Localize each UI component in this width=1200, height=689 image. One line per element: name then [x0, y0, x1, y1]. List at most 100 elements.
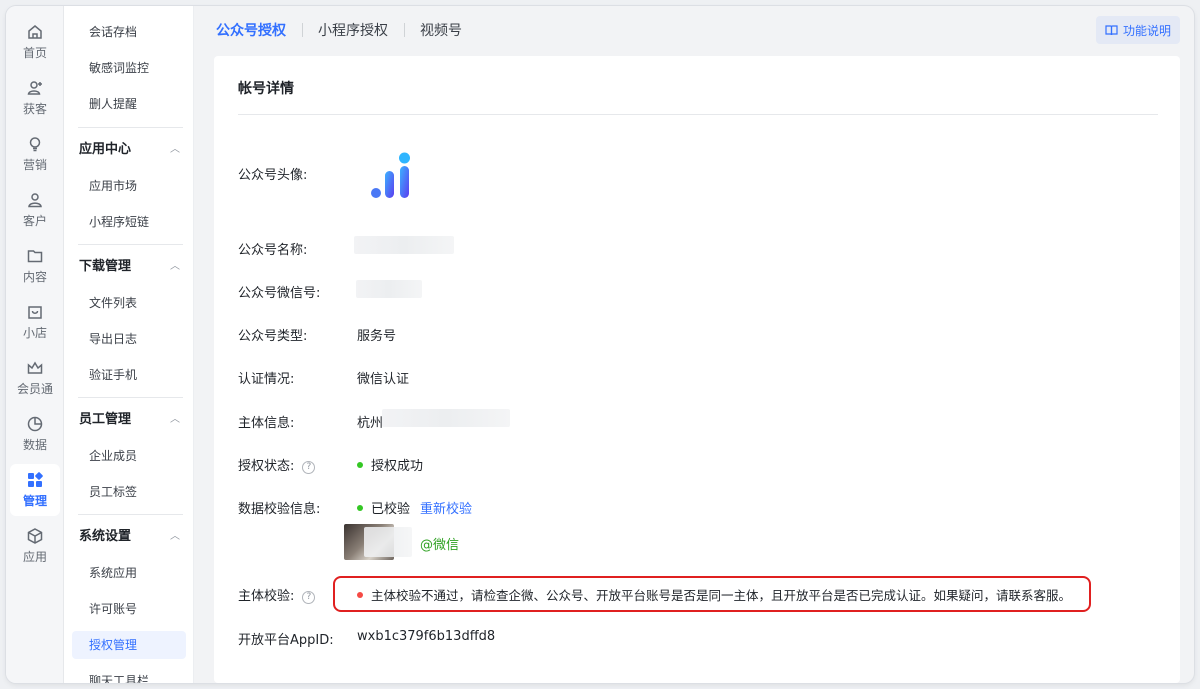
home-icon [28, 25, 42, 39]
sidebar-group-title: 系统设置 [79, 529, 132, 544]
chevron-up-icon: ︿ [170, 144, 180, 155]
rail-item-label: 首页 [22, 46, 47, 60]
rail-item-label: 应用 [22, 550, 47, 564]
sidebar-group-app-center[interactable]: 应用中心 ︿ [72, 136, 186, 164]
sidebar-item-sensitive-words[interactable]: 敏感词监控 [72, 54, 186, 82]
sidebar-item-delete-reminder[interactable]: 删人提醒 [72, 90, 186, 118]
rail-item-label: 小店 [22, 326, 47, 340]
sidebar-item-chat-toolbar[interactable]: 聊天工具栏 [72, 667, 186, 683]
type-label: 公众号类型: [238, 329, 308, 344]
chevron-up-icon: ︿ [170, 531, 180, 542]
secondary-sidebar: 会话存档 敏感词监控 删人提醒 应用中心 ︿ 应用市场 小程序短链 下载管理 ︿… [64, 6, 194, 683]
cert-value: 微信认证 [357, 372, 410, 387]
entity-check-label-text: 主体校验: [238, 589, 295, 604]
sidebar-divider [78, 397, 183, 398]
appid-value: wxb1c379f6b13dffd8 [357, 629, 496, 644]
wechat-user-redacted [364, 527, 412, 557]
rail-item-data[interactable]: 数据 [10, 408, 60, 460]
entity-check-value: 主体校验不通过，请检查企微、公众号、开放平台账号是否是同一主体，且开放平台是否已… [357, 585, 1071, 604]
rail-item-membership[interactable]: 会员通 [10, 352, 60, 404]
sidebar-item-file-list[interactable]: 文件列表 [72, 289, 186, 317]
tab-channels[interactable]: 视频号 [420, 20, 462, 42]
sidebar-group-staff[interactable]: 员工管理 ︿ [72, 406, 186, 434]
rail-item-shop[interactable]: 小店 [10, 296, 60, 348]
sidebar-item-staff-tags[interactable]: 员工标签 [72, 478, 186, 506]
rail-item-apps[interactable]: 应用 [10, 520, 60, 572]
sidebar-divider [78, 244, 183, 245]
success-dot-icon [357, 505, 363, 511]
entity-check-label: 主体校验:? [238, 585, 316, 604]
rail-item-label: 管理 [22, 494, 47, 508]
tab-official-account[interactable]: 公众号授权 [216, 20, 286, 42]
wechat-suffix: @微信 [420, 538, 460, 553]
error-dot-icon [357, 592, 363, 598]
tab-separator [404, 23, 405, 37]
account-detail-card: 帐号详情 公众号头像: 公众号名称: 公众号微信号: 公众号类型: 服务号 认证… [214, 56, 1180, 683]
sidebar-item-system-apps[interactable]: 系统应用 [72, 559, 186, 587]
cert-label: 认证情况: [238, 372, 295, 387]
card-title: 帐号详情 [238, 81, 294, 97]
sidebar-divider [78, 127, 183, 128]
sidebar-group-system[interactable]: 系统设置 ︿ [72, 523, 186, 551]
sidebar-group-download[interactable]: 下载管理 ︿ [72, 253, 186, 281]
card-divider [238, 114, 1158, 115]
entity-check-text: 主体校验不通过，请检查企微、公众号、开放平台账号是否是同一主体，且开放平台是否已… [371, 588, 1072, 603]
chevron-up-icon: ︿ [170, 261, 180, 272]
rail-item-label: 营销 [22, 158, 47, 172]
auth-status-text: 授权成功 [371, 459, 424, 474]
rail-item-marketing[interactable]: 营销 [10, 128, 60, 180]
rail-item-content[interactable]: 内容 [10, 240, 60, 292]
grid-icon [28, 472, 43, 487]
sidebar-group-title: 员工管理 [79, 412, 132, 427]
sidebar-item-license[interactable]: 许可账号 [72, 595, 186, 623]
entity-label: 主体信息: [238, 416, 295, 431]
auth-status-label-text: 授权状态: [238, 459, 295, 474]
sidebar-item-auth-manage[interactable]: 授权管理 [72, 631, 186, 659]
rail-item-home[interactable]: 首页 [10, 16, 60, 68]
tab-bar: 公众号授权 小程序授权 视频号 功能说明 [194, 6, 1194, 54]
rail-item-label: 内容 [22, 270, 47, 284]
success-dot-icon [357, 462, 363, 468]
feature-help-button[interactable]: 功能说明 [1095, 16, 1180, 44]
account-name-redacted [354, 236, 454, 254]
app-window: 首页 获客 营销 客户 内容 小店 会员通 数据 管理 应用 会话存档 敏感词监… [6, 6, 1194, 683]
sidebar-group-title: 下载管理 [79, 259, 132, 274]
account-avatar-logo [371, 152, 410, 198]
folder-icon [27, 250, 43, 263]
user-icon [28, 193, 42, 208]
cube-icon [27, 528, 43, 544]
type-value: 服务号 [357, 329, 397, 344]
shop-icon [28, 306, 42, 319]
book-icon [1105, 25, 1118, 36]
entity-value-redacted [382, 409, 510, 427]
sidebar-item-app-market[interactable]: 应用市场 [72, 172, 186, 200]
rail-item-manage[interactable]: 管理 [10, 464, 60, 516]
data-check-text: 已校验 [371, 502, 411, 517]
rail-item-customer[interactable]: 客户 [10, 184, 60, 236]
pie-chart-icon [27, 416, 43, 432]
data-check-value: 已校验 重新校验 [357, 498, 472, 517]
question-icon[interactable]: ? [302, 461, 316, 474]
chevron-up-icon: ︿ [170, 414, 180, 425]
entity-value: 杭州 [357, 416, 384, 431]
wechat-id-redacted [356, 280, 422, 298]
rail-item-label: 数据 [22, 438, 47, 452]
rail-item-label: 获客 [22, 102, 47, 116]
sidebar-item-export-log[interactable]: 导出日志 [72, 325, 186, 353]
rail-item-label: 客户 [22, 214, 47, 228]
data-check-label: 数据校验信息: [238, 502, 321, 517]
auth-status-value: 授权成功 [357, 455, 423, 474]
sidebar-item-mini-program-link[interactable]: 小程序短链 [72, 208, 186, 236]
recheck-link[interactable]: 重新校验 [420, 502, 472, 517]
sidebar-item-verify-phone[interactable]: 验证手机 [72, 361, 186, 389]
auth-status-label: 授权状态:? [238, 455, 316, 474]
sidebar-group-title: 应用中心 [79, 142, 132, 157]
sidebar-divider [78, 514, 183, 515]
sidebar-item-members[interactable]: 企业成员 [72, 442, 186, 470]
sidebar-item-chat-archive[interactable]: 会话存档 [72, 18, 186, 46]
avatar-label: 公众号头像: [238, 168, 308, 183]
question-icon[interactable]: ? [302, 591, 316, 604]
rail-item-acquire[interactable]: 获客 [10, 72, 60, 124]
appid-label: 开放平台AppID: [238, 633, 334, 648]
tab-mini-program[interactable]: 小程序授权 [318, 20, 388, 42]
